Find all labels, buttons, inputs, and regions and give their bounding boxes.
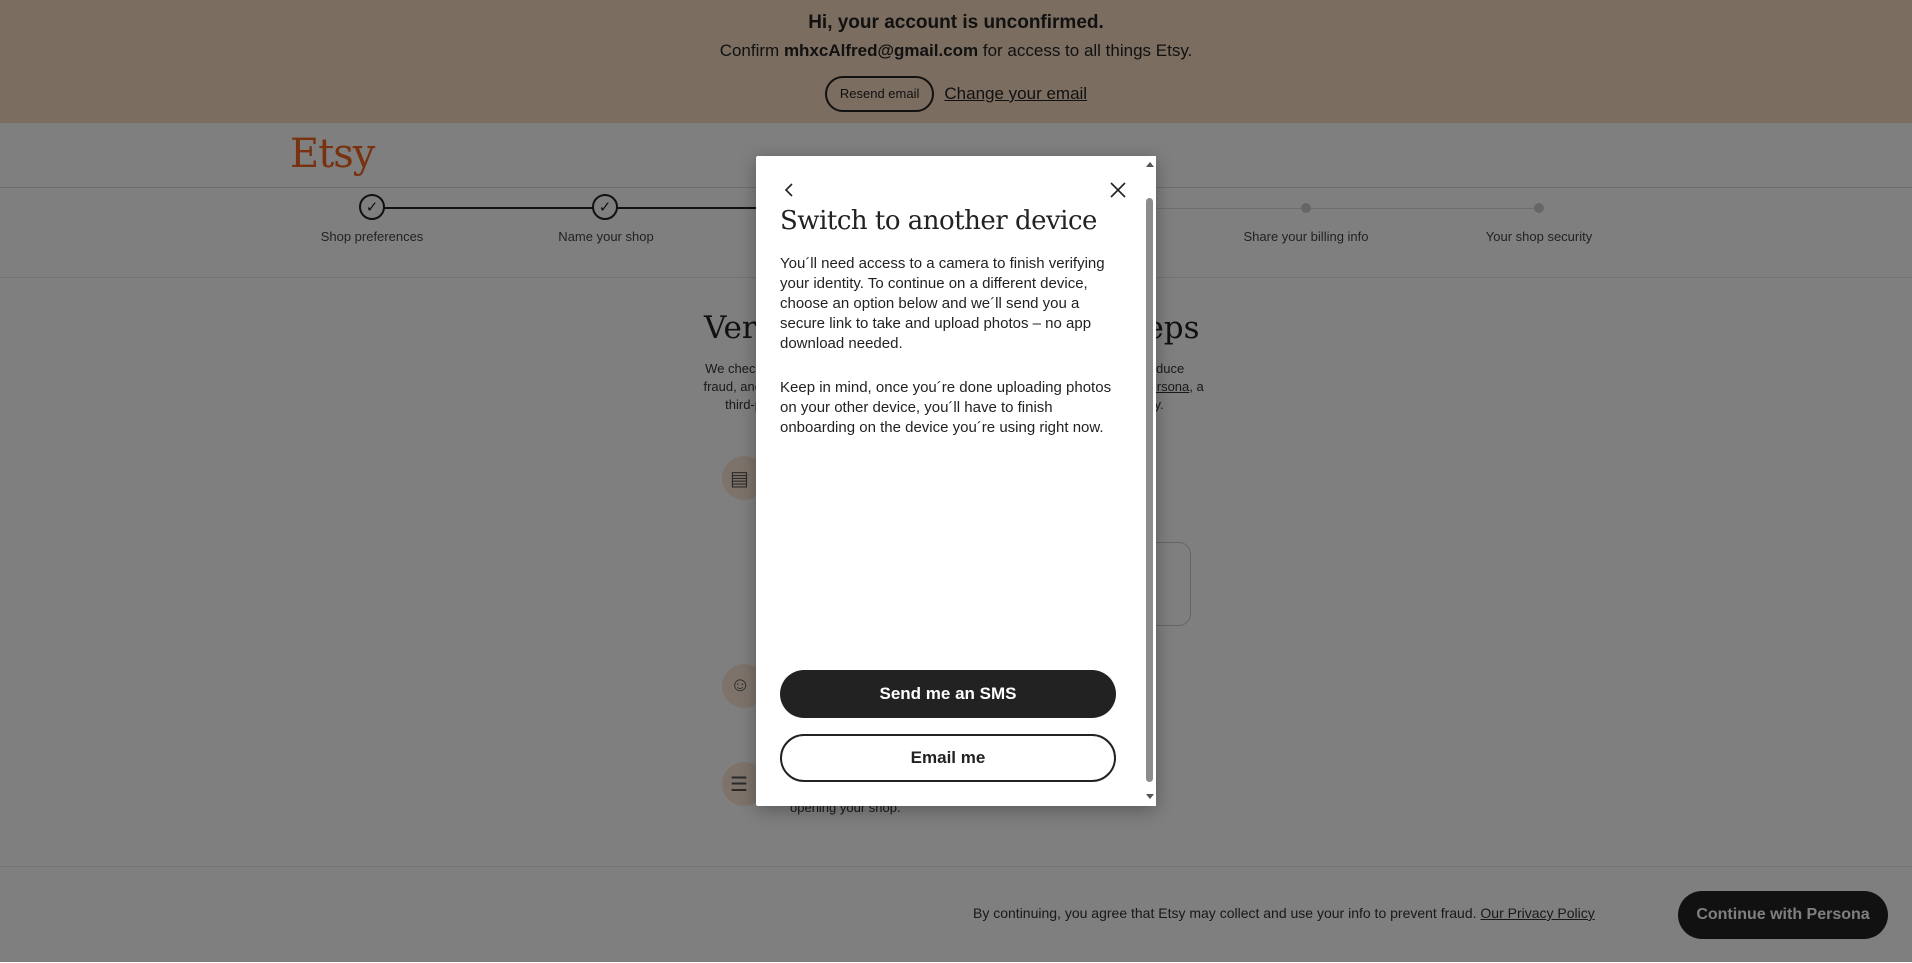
scrollbar-thumb[interactable] [1146, 198, 1153, 782]
modal-note: Keep in mind, once you´re done uploading… [780, 379, 1112, 436]
chevron-left-icon[interactable] [780, 180, 800, 200]
send-sms-button[interactable]: Send me an SMS [780, 670, 1116, 718]
close-icon[interactable] [1109, 181, 1127, 199]
modal-description: You´ll need access to a camera to finish… [780, 255, 1105, 352]
scroll-down-arrow-icon[interactable] [1146, 794, 1154, 799]
modal-title: Switch to another device [780, 206, 1097, 236]
email-me-button[interactable]: Email me [780, 734, 1116, 782]
switch-device-modal: Switch to another device You´ll need acc… [756, 156, 1156, 806]
modal-scrollbar[interactable] [1144, 156, 1156, 806]
scroll-up-arrow-icon[interactable] [1146, 162, 1154, 167]
